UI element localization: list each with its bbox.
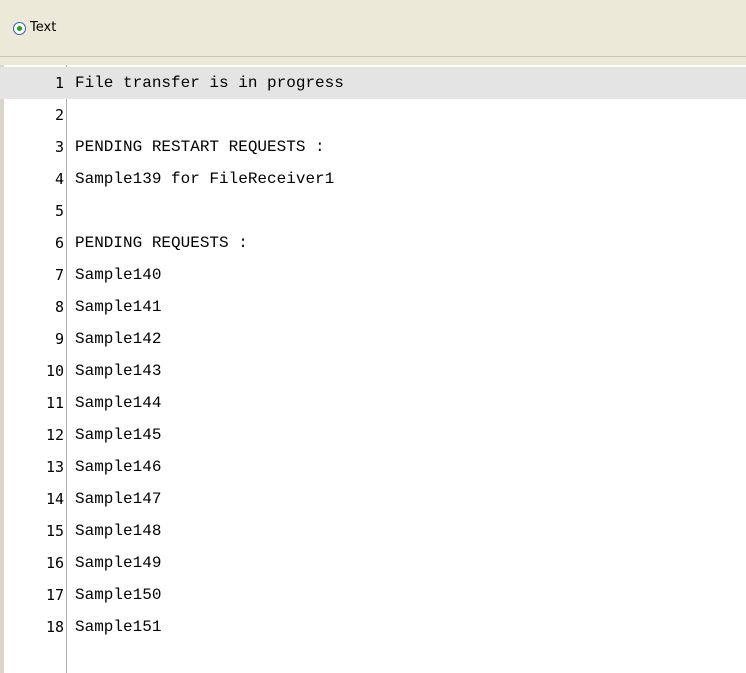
line-number: 1 bbox=[54, 74, 64, 92]
line-number: 12 bbox=[45, 426, 64, 444]
editor-frame bbox=[0, 57, 746, 65]
radio-button-icon[interactable] bbox=[13, 22, 26, 35]
editor-line[interactable]: 5 bbox=[0, 195, 746, 227]
line-number: 4 bbox=[54, 170, 64, 188]
line-number: 2 bbox=[54, 106, 64, 124]
line-number: 14 bbox=[45, 490, 64, 508]
line-text: Sample147 bbox=[75, 490, 162, 508]
line-number: 13 bbox=[45, 458, 64, 476]
line-text: Sample151 bbox=[75, 618, 162, 636]
editor-line[interactable]: 17 Sample150 bbox=[0, 579, 746, 611]
editor-line[interactable]: 18 Sample151 bbox=[0, 611, 746, 643]
editor-line[interactable]: 9 Sample142 bbox=[0, 323, 746, 355]
line-text: PENDING RESTART REQUESTS : bbox=[75, 138, 325, 156]
line-text: File transfer is in progress bbox=[75, 74, 344, 92]
text-view-label[interactable]: Text bbox=[30, 20, 56, 35]
line-number: 8 bbox=[54, 298, 64, 316]
line-text: Sample140 bbox=[75, 266, 162, 284]
editor-line[interactable]: 13 Sample146 bbox=[0, 451, 746, 483]
line-number: 11 bbox=[45, 394, 64, 412]
radio-selected-dot bbox=[17, 26, 22, 31]
editor-line[interactable]: 6 PENDING REQUESTS : bbox=[0, 227, 746, 259]
editor-line[interactable]: 10 Sample143 bbox=[0, 355, 746, 387]
editor-line[interactable]: 7 Sample140 bbox=[0, 259, 746, 291]
editor-line[interactable]: 4 Sample139 for FileReceiver1 bbox=[0, 163, 746, 195]
editor-line[interactable]: 1 File transfer is in progress bbox=[0, 67, 746, 99]
editor-line[interactable]: 2 bbox=[0, 99, 746, 131]
line-text: Sample148 bbox=[75, 522, 162, 540]
editor-line[interactable]: 3 PENDING RESTART REQUESTS : bbox=[0, 131, 746, 163]
line-number: 15 bbox=[45, 522, 64, 540]
line-number: 10 bbox=[45, 362, 64, 380]
line-text: Sample150 bbox=[75, 586, 162, 604]
line-number: 3 bbox=[54, 138, 64, 156]
text-editor[interactable]: 1 File transfer is in progress 2 3 PENDING R… bbox=[0, 65, 746, 673]
line-text: Sample145 bbox=[75, 426, 162, 444]
view-header: Text bbox=[0, 0, 746, 57]
line-text: Sample144 bbox=[75, 394, 162, 412]
editor-line[interactable]: 15 Sample148 bbox=[0, 515, 746, 547]
line-number: 6 bbox=[54, 234, 64, 252]
line-text: Sample143 bbox=[75, 362, 162, 380]
editor-line[interactable]: 8 Sample141 bbox=[0, 291, 746, 323]
line-text: PENDING REQUESTS : bbox=[75, 234, 248, 252]
line-text: Sample149 bbox=[75, 554, 162, 572]
line-number: 17 bbox=[45, 586, 64, 604]
line-number: 7 bbox=[54, 266, 64, 284]
editor-line[interactable]: 11 Sample144 bbox=[0, 387, 746, 419]
editor-line[interactable]: 14 Sample147 bbox=[0, 483, 746, 515]
editor-line[interactable]: 12 Sample145 bbox=[0, 419, 746, 451]
line-text: Sample146 bbox=[75, 458, 162, 476]
line-number: 9 bbox=[54, 330, 64, 348]
editor-line[interactable]: 16 Sample149 bbox=[0, 547, 746, 579]
line-number: 18 bbox=[45, 618, 64, 636]
line-text: Sample139 for FileReceiver1 bbox=[75, 170, 335, 188]
line-text: Sample142 bbox=[75, 330, 162, 348]
line-number: 16 bbox=[45, 554, 64, 572]
line-text: Sample141 bbox=[75, 298, 162, 316]
line-number: 5 bbox=[54, 202, 64, 220]
